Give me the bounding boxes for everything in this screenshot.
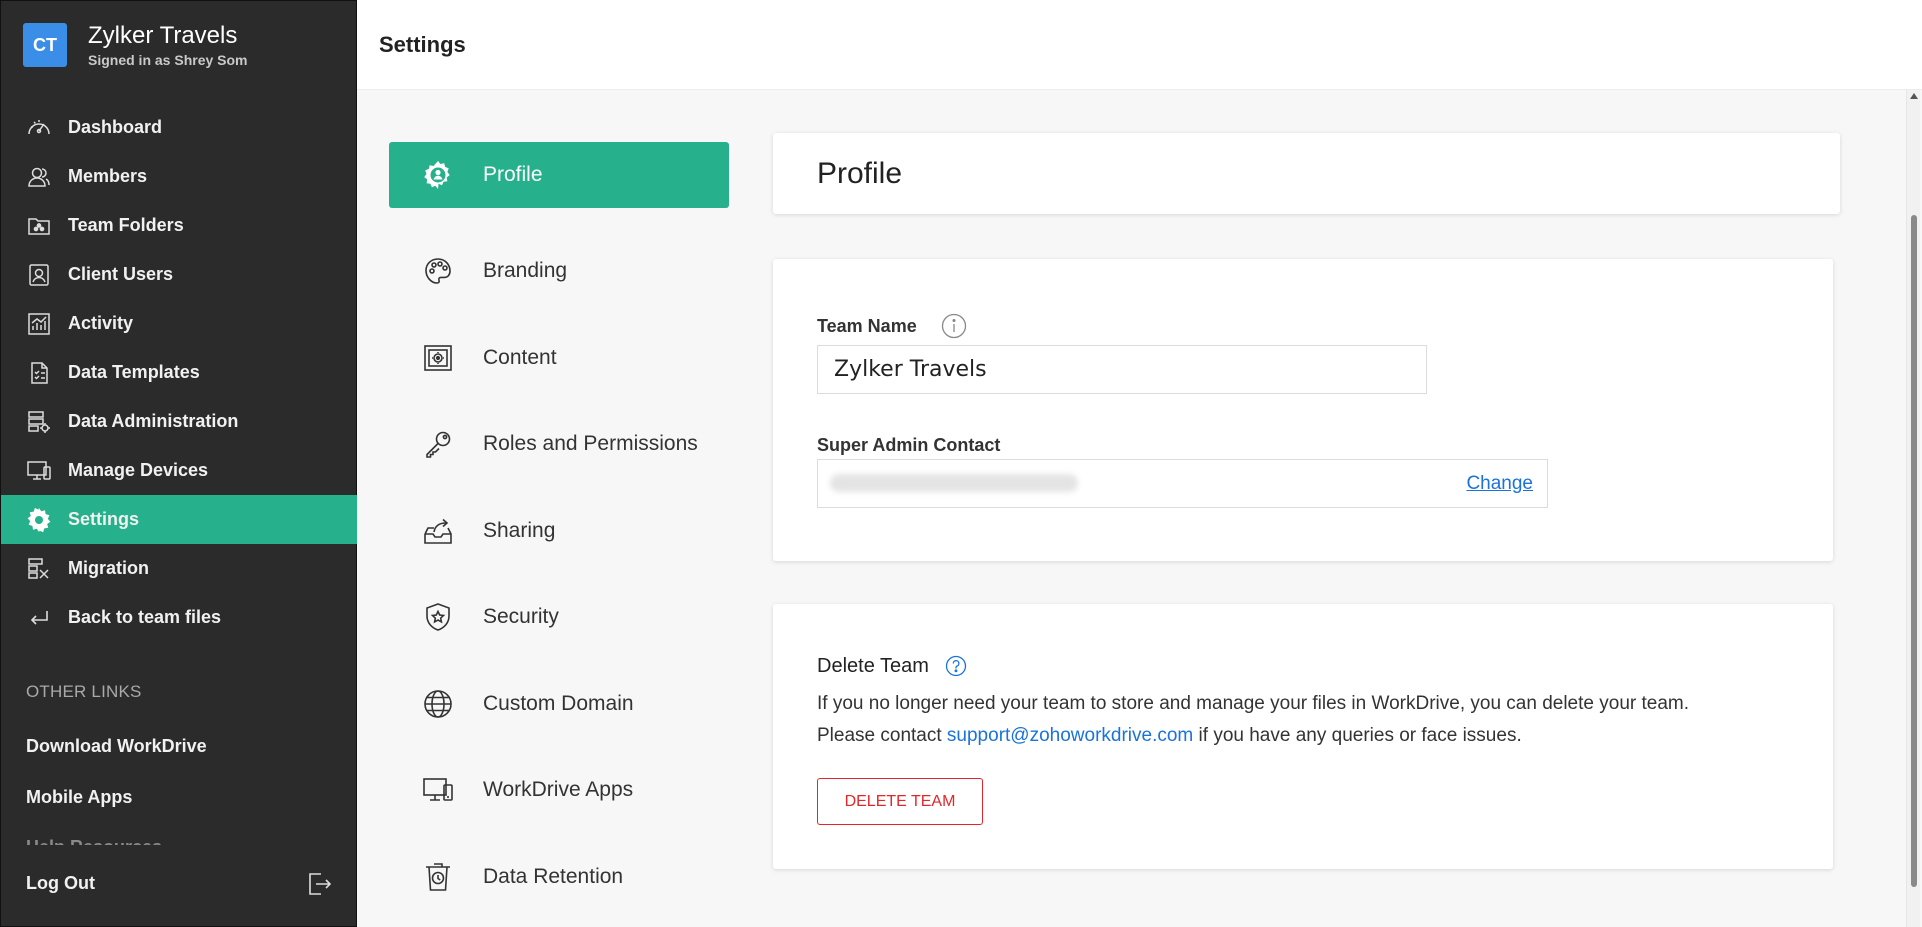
settings-item-workdrive-apps[interactable]: WorkDrive Apps [389, 747, 729, 834]
settings-item-label: Profile [483, 163, 543, 186]
members-icon [25, 163, 53, 191]
delete-team-title: Delete Team [817, 655, 929, 677]
super-admin-label: Super Admin Contact [817, 435, 1001, 455]
sidebar-item-migration[interactable]: Migration [1, 544, 357, 593]
shield-icon [421, 600, 455, 634]
team-details-card: Team Name Super Admin Contact Change [773, 259, 1833, 561]
signed-in-text: Signed in as Shrey Som [88, 52, 248, 68]
sidebar-item-manage-devices[interactable]: Manage Devices [1, 446, 357, 495]
change-contact-link[interactable]: Change [1466, 473, 1533, 495]
sidebar-nav: Dashboard Members Team Folders Client Us… [1, 103, 357, 642]
team-name-input[interactable] [817, 345, 1427, 394]
sidebar-item-settings[interactable]: Settings [1, 495, 357, 544]
download-workdrive-link[interactable]: Download WorkDrive [26, 736, 207, 757]
team-avatar: CT [23, 23, 67, 67]
sidebar-item-activity[interactable]: Activity [1, 299, 357, 348]
retention-icon [421, 860, 455, 894]
settings-item-branding[interactable]: Branding [389, 228, 729, 315]
sidebar-item-back-to-team-files[interactable]: Back to team files [1, 593, 357, 642]
delete-team-card: Delete Team If you no longer need your t… [773, 604, 1833, 869]
logout-button[interactable]: Log Out [26, 873, 95, 894]
palette-icon [421, 254, 455, 288]
scroll-thumb[interactable] [1911, 215, 1917, 887]
settings-item-label: Sharing [483, 518, 556, 542]
section-title: Profile [817, 157, 903, 190]
redacted-email [830, 474, 1078, 492]
settings-item-label: Branding [483, 259, 568, 283]
sidebar-item-label: Activity [68, 313, 134, 333]
settings-item-label: Security [483, 605, 559, 629]
sidebar-item-label: Dashboard [68, 117, 163, 137]
settings-item-label: Custom Domain [483, 691, 634, 715]
profile-title-card: Profile [773, 133, 1840, 214]
sidebar-item-label: Manage Devices [68, 460, 209, 480]
sidebar-item-members[interactable]: Members [1, 152, 357, 201]
sidebar-item-label: Members [68, 166, 148, 186]
data-templates-icon [25, 359, 53, 387]
scroll-up-arrow[interactable] [1910, 93, 1918, 99]
sidebar-item-client-users[interactable]: Client Users [1, 250, 357, 299]
activity-icon [25, 310, 53, 338]
settings-item-label: Content [483, 345, 557, 369]
team-name: Zylker Travels [88, 22, 238, 49]
contact-suffix: if you have any queries or face issues. [1193, 725, 1522, 746]
delete-description: If you no longer need your team to store… [817, 693, 1690, 714]
settings-item-label: Roles and Permissions [483, 432, 698, 456]
globe-icon [421, 687, 455, 721]
vertical-scrollbar[interactable] [1906, 90, 1920, 927]
safe-icon [421, 341, 455, 375]
settings-item-label: WorkDrive Apps [483, 778, 634, 802]
sidebar: CT Zylker Travels Signed in as Shrey Som… [0, 0, 357, 927]
settings-item-security[interactable]: Security [389, 574, 729, 661]
settings-gear-icon [25, 506, 53, 534]
settings-item-data-retention[interactable]: Data Retention [389, 834, 729, 921]
sidebar-item-data-administration[interactable]: Data Administration [1, 397, 357, 446]
team-brand[interactable]: CT Zylker Travels Signed in as Shrey Som [23, 22, 248, 68]
data-administration-icon [25, 408, 53, 436]
logout-icon[interactable] [305, 870, 333, 898]
settings-item-sharing[interactable]: Sharing [389, 488, 729, 575]
delete-team-button[interactable]: DELETE TEAM [817, 778, 983, 825]
team-name-label: Team Name [817, 316, 917, 336]
sidebar-item-data-templates[interactable]: Data Templates [1, 348, 357, 397]
sidebar-item-label: Migration [68, 558, 149, 578]
client-users-icon [25, 261, 53, 289]
help-icon[interactable] [945, 655, 967, 677]
profile-icon [421, 158, 455, 192]
key-icon [421, 427, 455, 461]
page-title: Settings [379, 32, 466, 57]
delete-contact-line: Please contact support@zohoworkdrive.com… [817, 720, 1522, 752]
sidebar-item-dashboard[interactable]: Dashboard [1, 103, 357, 152]
sidebar-item-label: Client Users [68, 264, 174, 284]
settings-item-content[interactable]: Content [389, 315, 729, 402]
back-arrow-icon [25, 604, 53, 632]
settings-content: Profile Branding Content Roles and Permi… [357, 90, 1922, 927]
manage-devices-icon [25, 457, 53, 485]
settings-menu: Profile Branding Content Roles and Permi… [389, 142, 729, 920]
share-icon [421, 514, 455, 548]
settings-item-custom-domain[interactable]: Custom Domain [389, 661, 729, 748]
sidebar-item-team-folders[interactable]: Team Folders [1, 201, 357, 250]
team-folders-icon [25, 212, 53, 240]
settings-item-label: Data Retention [483, 864, 624, 888]
sidebar-item-label: Team Folders [68, 215, 184, 235]
settings-item-profile[interactable]: Profile [389, 142, 729, 208]
migration-icon [25, 555, 53, 583]
other-links-heading: OTHER LINKS [26, 682, 142, 701]
sidebar-item-label: Data Templates [68, 362, 200, 382]
sidebar-item-label: Settings [68, 509, 140, 529]
support-email-link[interactable]: support@zohoworkdrive.com [947, 725, 1193, 746]
super-admin-contact-field: Change [817, 459, 1548, 508]
settings-item-roles-permissions[interactable]: Roles and Permissions [389, 401, 729, 488]
dashboard-icon [25, 114, 53, 142]
page-header: Settings [357, 0, 1922, 90]
help-resources-link[interactable]: Help Resources [26, 837, 162, 845]
mobile-apps-link[interactable]: Mobile Apps [26, 787, 132, 808]
sidebar-item-label: Back to team files [68, 607, 222, 627]
devices-icon [421, 773, 455, 807]
info-icon[interactable] [941, 313, 967, 339]
contact-prefix: Please contact [817, 725, 947, 746]
sidebar-item-label: Data Administration [68, 411, 239, 431]
